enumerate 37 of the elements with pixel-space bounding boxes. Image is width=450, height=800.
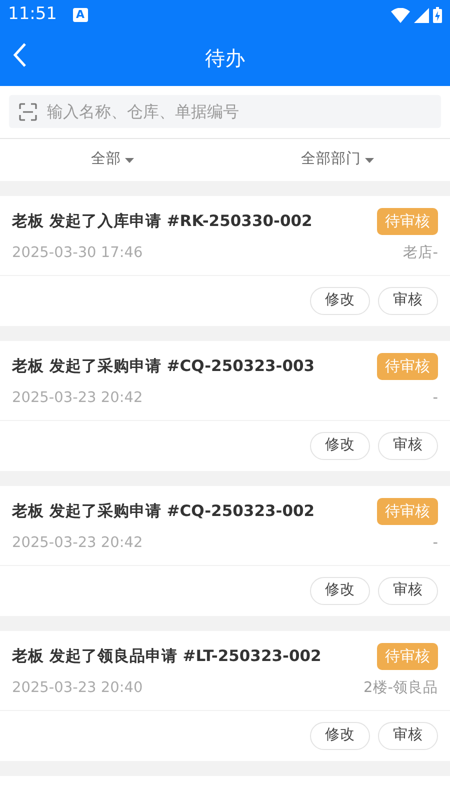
status-badge: 待审核: [377, 208, 438, 234]
task-title: 老板 发起了入库申请 #RK-250330-002: [12, 210, 312, 232]
battery-icon: [433, 7, 442, 23]
filter-dropdown[interactable]: 全部部门: [301, 149, 374, 171]
filter-dropdown[interactable]: 全部: [91, 149, 134, 171]
task-date: 2025-03-23 20:42: [12, 388, 143, 408]
action-button[interactable]: 审核: [378, 432, 438, 460]
task-location: 老店-: [402, 244, 438, 262]
status-badge: 待审核: [377, 353, 438, 380]
task-title: 老板 发起了采购申请 #CQ-250323-003: [12, 356, 315, 377]
action-button[interactable]: 修改: [310, 577, 370, 605]
task-location: -: [432, 388, 438, 408]
status-badge: 待审核: [377, 643, 438, 670]
task-date: 2025-03-23 20:42: [12, 534, 143, 552]
notification-icon: A: [73, 8, 88, 22]
action-button[interactable]: 审核: [378, 722, 438, 750]
wifi-icon: [391, 8, 410, 22]
task-title: 老板 发起了领良品申请 #LT-250323-002: [12, 646, 322, 667]
back-button[interactable]: [12, 42, 28, 68]
search-field[interactable]: 输入名称、仓库、单据编号: [9, 95, 441, 128]
task-date: 2025-03-30 17:46: [12, 244, 143, 262]
action-button[interactable]: 审核: [378, 577, 438, 605]
task-title: 老板 发起了采购申请 #CQ-250323-002: [12, 500, 315, 522]
caret-icon: [365, 158, 374, 162]
caret-icon: [125, 158, 134, 162]
action-button[interactable]: 审核: [378, 287, 438, 315]
action-button[interactable]: 修改: [310, 287, 370, 315]
action-button[interactable]: 修改: [310, 722, 370, 750]
signal-icon: [414, 8, 429, 22]
task-location: 2楼-领良品: [364, 678, 438, 698]
status-badge: 待审核: [377, 498, 438, 524]
scan-icon[interactable]: [19, 103, 37, 121]
status-time: 11:51: [8, 3, 57, 26]
task-date: 2025-03-23 20:40: [12, 678, 143, 698]
page-title: 待办: [205, 45, 245, 72]
task-location: -: [432, 534, 438, 552]
action-button[interactable]: 修改: [310, 432, 370, 460]
